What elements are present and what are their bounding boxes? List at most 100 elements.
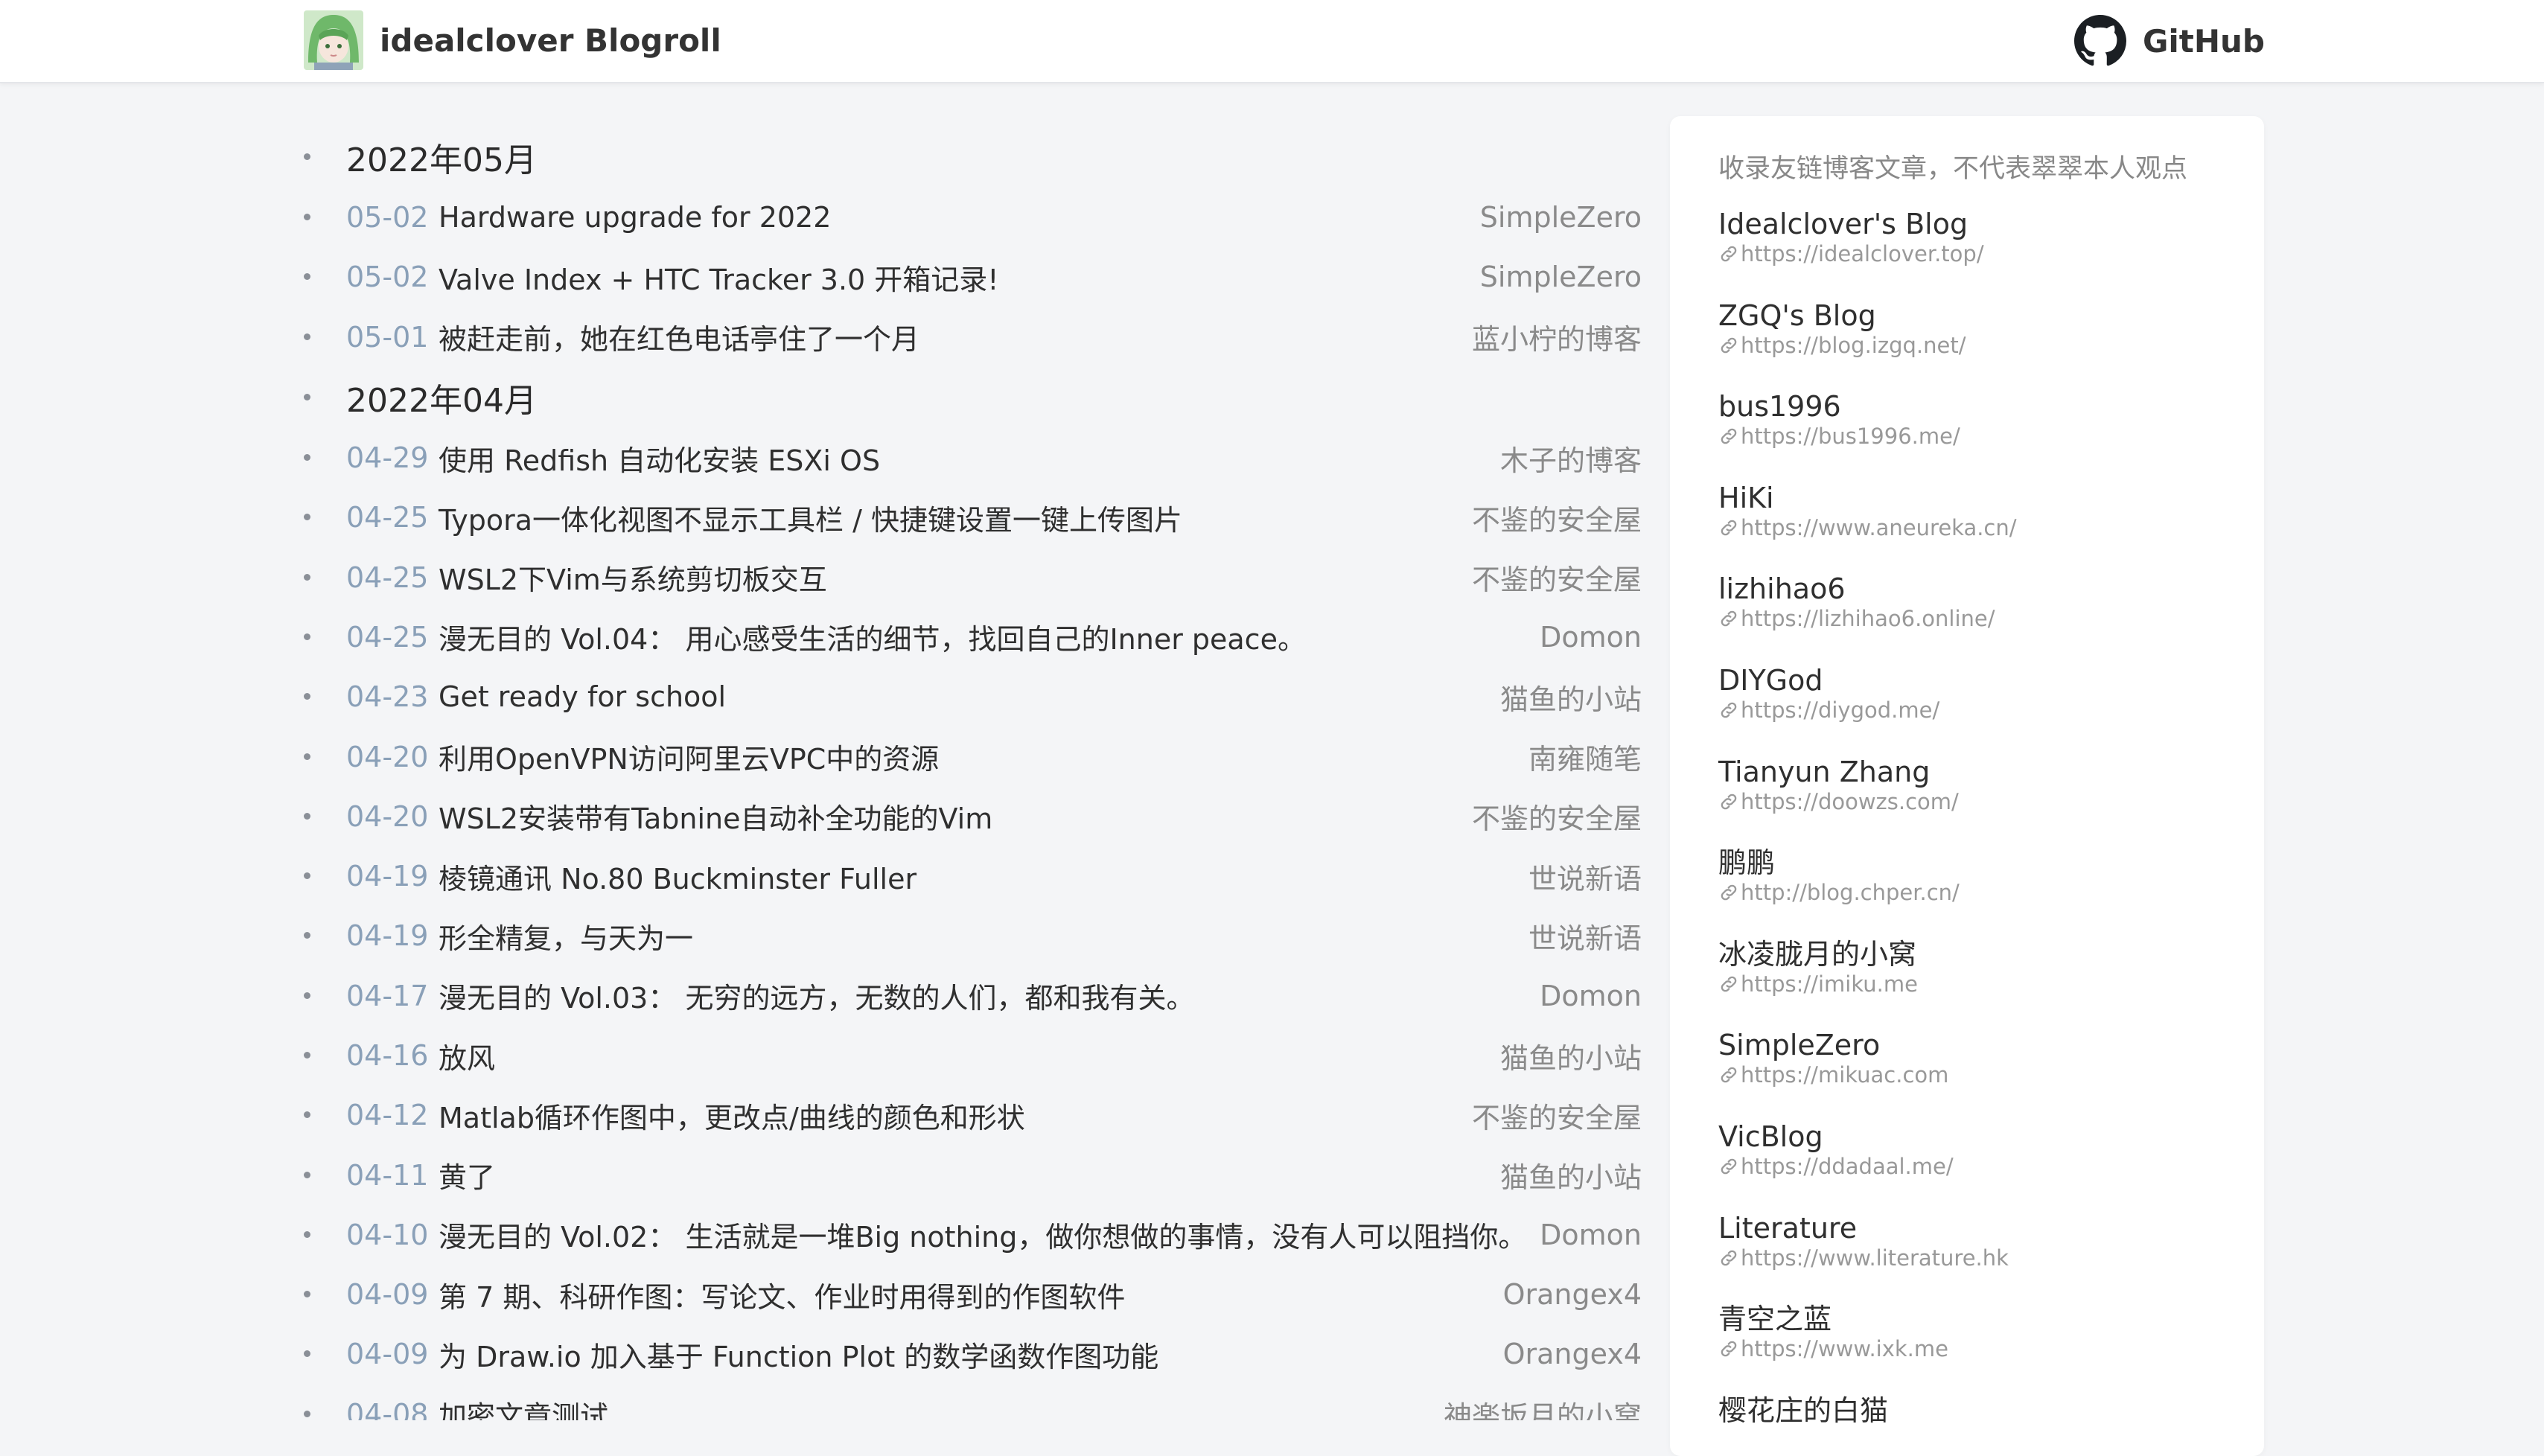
blog-url-link[interactable]: https://imiku.me [1718, 971, 2239, 997]
blog-url-link[interactable]: https://ddadaal.me/ [1718, 1154, 2239, 1179]
blog-name-link[interactable]: VicBlog [1718, 1120, 2239, 1154]
blogroll-item[interactable]: Literature https://www.literature.hk [1718, 1211, 2239, 1303]
post-author-link[interactable]: SimpleZero [1480, 201, 1642, 234]
post-title-link[interactable]: 利用OpenVPN访问阿里云VPC中的资源 [439, 736, 939, 777]
blog-name-link[interactable]: Idealclover's Blog [1718, 207, 2239, 241]
post-author-link[interactable]: Orangex4 [1503, 1278, 1642, 1311]
post-item[interactable]: 04-11 黄了 猫鱼的小站 [294, 1145, 1642, 1204]
post-item[interactable]: 04-19 形全精复，与天为一 世说新语 [294, 906, 1642, 965]
post-title-link[interactable]: Typora一体化视图不显示工具栏 / 快捷键设置一键上传图片 [439, 497, 1182, 538]
blog-name-link[interactable]: lizhihao6 [1718, 572, 2239, 606]
blogroll-item[interactable]: DIYGod https://diygod.me/ [1718, 663, 2239, 755]
blogroll-item[interactable]: 鹏鹏 http://blog.chper.cn/ [1718, 846, 2239, 937]
blog-url-link[interactable]: https://diygod.me/ [1718, 697, 2239, 723]
post-title-link[interactable]: 漫无目的 Vol.04： 用心感受生活的细节，找回自己的Inner peace。 [439, 616, 1306, 657]
blogroll-item[interactable]: lizhihao6 https://lizhihao6.online/ [1718, 572, 2239, 663]
blog-url-link[interactable]: https://idealclover.top/ [1718, 241, 2239, 266]
post-author-link[interactable]: Orangex4 [1503, 1338, 1642, 1370]
post-author-link[interactable]: 蓝小柠的博客 [1472, 316, 1642, 357]
post-title-link[interactable]: 第 7 期、科研作图：写论文、作业时用得到的作图软件 [439, 1274, 1125, 1315]
post-title-link[interactable]: Valve Index + HTC Tracker 3.0 开箱记录! [439, 257, 999, 298]
blog-url-link[interactable]: https://mikuac.com [1718, 1062, 2239, 1088]
post-item[interactable]: 04-19 棱镜通讯 No.80 Buckminster Fuller 世说新语 [294, 846, 1642, 906]
post-author-link[interactable]: Domon [1540, 980, 1642, 1012]
post-item[interactable]: 05-01 被赶走前，她在红色电话亭住了一个月 蓝小柠的博客 [294, 307, 1642, 367]
blog-url-link[interactable]: https://bus1996.me/ [1718, 424, 2239, 449]
post-title-link[interactable]: 放风 [439, 1035, 495, 1076]
post-title-link[interactable]: 加密文章测试 [439, 1393, 608, 1420]
post-title-link[interactable]: 使用 Redfish 自动化安装 ESXi OS [439, 438, 880, 479]
post-title-link[interactable]: Matlab循环作图中，更改点/曲线的颜色和形状 [439, 1095, 1025, 1136]
post-title-link[interactable]: 漫无目的 Vol.02： 生活就是一堆Big nothing，做你想做的事情，没… [439, 1214, 1526, 1255]
post-item[interactable]: 04-09 第 7 期、科研作图：写论文、作业时用得到的作图软件 Orangex4 [294, 1265, 1642, 1324]
post-title-link[interactable]: 为 Draw.io 加入基于 Function Plot 的数学函数作图功能 [439, 1334, 1158, 1375]
blog-name-link[interactable]: 鹏鹏 [1718, 846, 2239, 880]
post-item[interactable]: 04-23 Get ready for school 猫鱼的小站 [294, 667, 1642, 727]
post-author-link[interactable]: Domon [1540, 621, 1642, 654]
blogroll-item[interactable]: VicBlog https://ddadaal.me/ [1718, 1120, 2239, 1211]
post-author-link[interactable]: Domon [1540, 1219, 1642, 1251]
post-item[interactable]: 04-08 加密文章测试 神楽坂月的小窝 [294, 1385, 1642, 1420]
blog-name-link[interactable]: ZGQ's Blog [1718, 298, 2239, 333]
blogroll-item[interactable]: ZGQ's Blog https://blog.izgq.net/ [1718, 298, 2239, 390]
blogroll-item[interactable]: HiKi https://www.aneureka.cn/ [1718, 481, 2239, 572]
post-author-link[interactable]: 猫鱼的小站 [1500, 1035, 1642, 1076]
blogroll-item[interactable]: SimpleZero https://mikuac.com [1718, 1028, 2239, 1120]
post-author-link[interactable]: 神楽坂月的小窝 [1444, 1393, 1642, 1420]
blog-url-link[interactable]: https://www.aneureka.cn/ [1718, 515, 2239, 540]
post-item[interactable]: 04-10 漫无目的 Vol.02： 生活就是一堆Big nothing，做你想做… [294, 1205, 1642, 1265]
blog-name-link[interactable]: DIYGod [1718, 663, 2239, 697]
post-item[interactable]: 04-25 Typora一体化视图不显示工具栏 / 快捷键设置一键上传图片 不鉴的安… [294, 488, 1642, 547]
post-title-link[interactable]: 棱镜通讯 No.80 Buckminster Fuller [439, 856, 916, 897]
blog-name-link[interactable]: Tianyun Zhang [1718, 755, 2239, 789]
post-author-link[interactable]: 猫鱼的小站 [1500, 677, 1642, 718]
blog-name-link[interactable]: 樱花庄的白猫 [1718, 1393, 2239, 1428]
post-title-link[interactable]: 黄了 [439, 1155, 495, 1195]
post-item[interactable]: 04-25 WSL2下Vim与系统剪切板交互 不鉴的安全屋 [294, 547, 1642, 607]
post-item[interactable]: 05-02 Valve Index + HTC Tracker 3.0 开箱记录!… [294, 247, 1642, 307]
post-item[interactable]: 05-02 Hardware upgrade for 2022 SimpleZero [294, 188, 1642, 247]
github-link[interactable]: GitHub [2073, 13, 2265, 68]
blog-url-link[interactable]: https://www.ixk.me [1718, 1336, 2239, 1361]
post-title-link[interactable]: 被赶走前，她在红色电话亭住了一个月 [439, 316, 919, 357]
post-title-link[interactable]: WSL2下Vim与系统剪切板交互 [439, 557, 827, 598]
post-item[interactable]: 04-16 放风 猫鱼的小站 [294, 1026, 1642, 1085]
blog-url-link[interactable]: https://blog.izgq.net/ [1718, 333, 2239, 358]
blog-name-link[interactable]: bus1996 [1718, 389, 2239, 424]
post-title-link[interactable]: WSL2安装带有Tabnine自动补全功能的Vim [439, 796, 992, 837]
post-item[interactable]: 04-09 为 Draw.io 加入基于 Function Plot 的数学函数作… [294, 1324, 1642, 1384]
post-author-link[interactable]: 南雍随笔 [1528, 736, 1642, 777]
blogroll-item[interactable]: 青空之蓝 https://www.ixk.me [1718, 1302, 2239, 1393]
blogroll-item[interactable]: Idealclover's Blog https://idealclover.to… [1718, 207, 2239, 298]
brand-home-link[interactable]: idealclover Blogroll [304, 10, 721, 70]
post-author-link[interactable]: 木子的博客 [1500, 438, 1642, 479]
post-author-link[interactable]: 不鉴的安全屋 [1472, 497, 1642, 538]
post-title-link[interactable]: Hardware upgrade for 2022 [439, 201, 831, 234]
post-author-link[interactable]: 不鉴的安全屋 [1472, 1095, 1642, 1136]
blog-name-link[interactable]: 冰凌胧月的小窝 [1718, 937, 2239, 971]
post-item[interactable]: 04-12 Matlab循环作图中，更改点/曲线的颜色和形状 不鉴的安全屋 [294, 1085, 1642, 1145]
blog-name-link[interactable]: Literature [1718, 1211, 2239, 1245]
post-item[interactable]: 04-20 WSL2安装带有Tabnine自动补全功能的Vim 不鉴的安全屋 [294, 787, 1642, 846]
blog-url-link[interactable]: https://doowzs.com/ [1718, 789, 2239, 814]
blog-name-link[interactable]: SimpleZero [1718, 1028, 2239, 1062]
blog-url-link[interactable]: http://blog.chper.cn/ [1718, 880, 2239, 905]
post-title-link[interactable]: 形全精复，与天为一 [439, 916, 693, 957]
post-title-link[interactable]: 漫无目的 Vol.03： 无穷的远方，无数的人们，都和我有关。 [439, 975, 1194, 1016]
blog-name-link[interactable]: HiKi [1718, 481, 2239, 515]
blogroll-item[interactable]: Tianyun Zhang https://doowzs.com/ [1718, 755, 2239, 846]
post-author-link[interactable]: SimpleZero [1480, 261, 1642, 293]
post-author-link[interactable]: 世说新语 [1528, 856, 1642, 897]
blog-url-link[interactable]: https://lizhihao6.online/ [1718, 606, 2239, 631]
blog-url-link[interactable]: https://www.literature.hk [1718, 1245, 2239, 1271]
post-author-link[interactable]: 不鉴的安全屋 [1472, 557, 1642, 598]
post-author-link[interactable]: 世说新语 [1528, 916, 1642, 957]
post-author-link[interactable]: 猫鱼的小站 [1500, 1155, 1642, 1195]
blogroll-item[interactable]: 冰凌胧月的小窝 https://imiku.me [1718, 937, 2239, 1029]
post-item[interactable]: 04-17 漫无目的 Vol.03： 无穷的远方，无数的人们，都和我有关。 Domo… [294, 966, 1642, 1026]
post-author-link[interactable]: 不鉴的安全屋 [1472, 796, 1642, 837]
post-title-link[interactable]: Get ready for school [439, 680, 726, 713]
post-item[interactable]: 04-25 漫无目的 Vol.04： 用心感受生活的细节，找回自己的Inner p… [294, 607, 1642, 667]
blogroll-item[interactable]: 樱花庄的白猫 [1718, 1393, 2239, 1456]
post-item[interactable]: 04-20 利用OpenVPN访问阿里云VPC中的资源 南雍随笔 [294, 727, 1642, 786]
